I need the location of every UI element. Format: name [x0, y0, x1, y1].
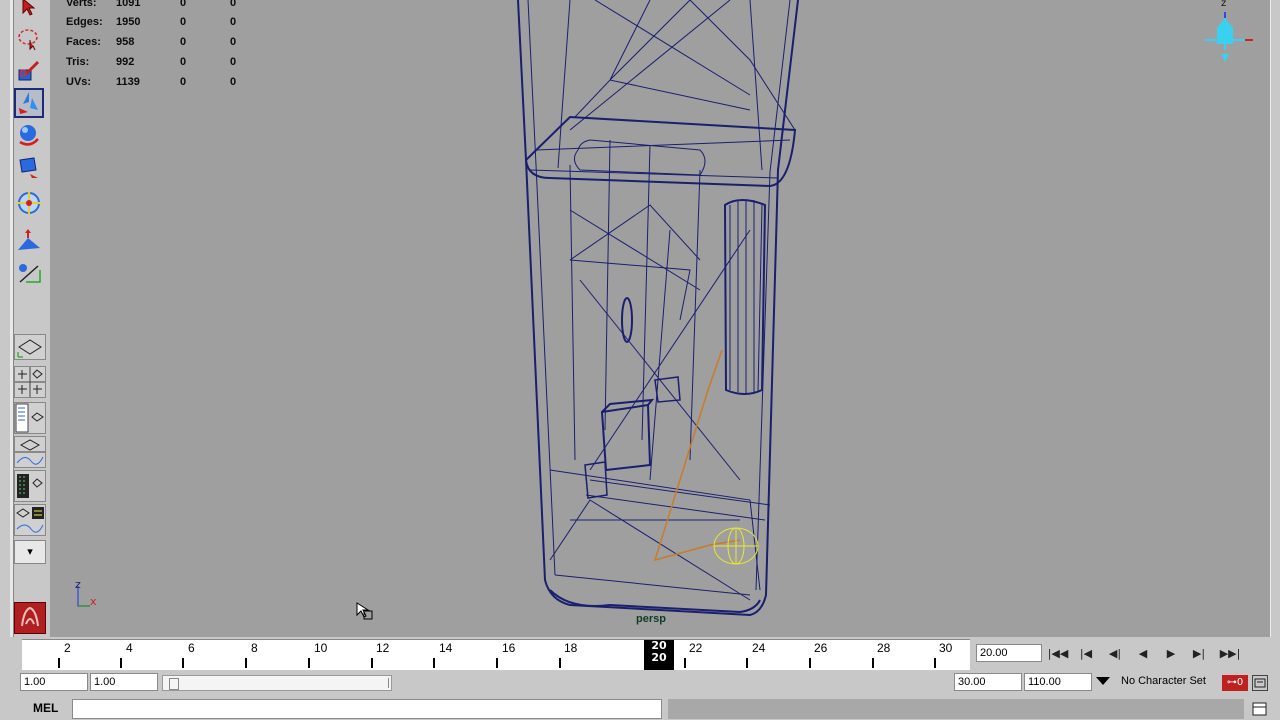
tick-mark [308, 658, 310, 668]
time-ruler[interactable]: 2 4 6 8 10 12 14 16 18 22 24 26 28 30 20… [22, 639, 970, 670]
camera-label: persp [636, 613, 666, 625]
hypershade-layout-icon[interactable] [14, 470, 46, 502]
tick-label: 24 [752, 641, 766, 655]
range-slider-start-handle[interactable] [169, 678, 179, 690]
select-tool-icon[interactable] [14, 0, 44, 22]
persp-graph-outliner-layout-icon[interactable] [14, 504, 46, 536]
tick-mark [872, 658, 874, 668]
tick-label: 26 [814, 641, 828, 655]
tick-label: 28 [877, 641, 891, 655]
current-time-field[interactable]: 20.00 [976, 644, 1042, 662]
tick-mark [934, 658, 936, 668]
universal-manipulator-icon[interactable] [14, 188, 44, 218]
tick-mark [371, 658, 373, 668]
move-tool-icon[interactable] [14, 88, 44, 118]
tick-mark [245, 658, 247, 668]
wireframe-model[interactable] [50, 0, 1270, 637]
tick-label: 16 [502, 641, 516, 655]
tick-mark [746, 658, 748, 668]
four-view-layout-icon[interactable] [14, 366, 46, 398]
step-back-frame-icon[interactable]: ◀| [1104, 645, 1126, 663]
maya-logo-icon [14, 602, 46, 634]
playback-end-field[interactable]: 30.00 [954, 673, 1022, 691]
show-manipulator-icon[interactable] [14, 258, 44, 288]
range-slider-bar: 1.00 1.00 30.00 110.00 No Character Set … [0, 671, 1280, 695]
chevron-down-icon[interactable] [1096, 677, 1110, 685]
tick-mark [559, 658, 561, 668]
tick-mark [809, 658, 811, 668]
viewport-persp[interactable]: Verts: 1091 0 0 Edges: 1950 0 0 Faces: 9… [50, 0, 1270, 637]
paint-select-icon[interactable] [14, 56, 44, 86]
tick-label: 10 [314, 641, 328, 655]
origin-axis-z-label: z [75, 578, 81, 591]
tick-mark [58, 658, 60, 668]
playback-start-field[interactable]: 1.00 [90, 673, 158, 691]
tick-label: 22 [689, 641, 703, 655]
tick-mark [182, 658, 184, 668]
tick-label: 4 [126, 641, 133, 655]
command-input[interactable] [72, 699, 662, 719]
lasso-tool-icon[interactable] [14, 24, 44, 54]
layout-menu-arrow[interactable]: ▾ [14, 540, 46, 564]
auto-key-icon[interactable]: ⊶0 [1222, 675, 1248, 691]
origin-axis-x-label: x [90, 595, 97, 608]
persp-graph-layout-icon[interactable] [14, 436, 46, 468]
goto-start-icon[interactable]: |◀◀ [1047, 645, 1069, 663]
current-frame-value: 20 [651, 651, 667, 664]
step-back-key-icon[interactable]: |◀ [1075, 645, 1097, 663]
tick-label: 30 [939, 641, 953, 655]
tick-label: 6 [188, 641, 195, 655]
current-frame-marker[interactable]: 20 20 [644, 640, 674, 670]
tick-mark [496, 658, 498, 668]
animation-prefs-icon[interactable] [1252, 675, 1268, 691]
view-axis-widget[interactable] [1195, 0, 1255, 70]
tick-mark [120, 658, 122, 668]
animation-end-field[interactable]: 110.00 [1024, 673, 1092, 691]
character-set-menu[interactable]: No Character Set [1118, 673, 1218, 691]
range-slider[interactable] [162, 675, 392, 691]
tick-label: 18 [564, 641, 578, 655]
play-backward-icon[interactable]: ◀ [1132, 645, 1154, 663]
range-slider-end-handle[interactable] [384, 678, 389, 688]
viewport-right-border [1270, 0, 1280, 637]
toolbox: ▾ [0, 0, 50, 640]
command-language-label[interactable]: MEL [33, 701, 58, 715]
step-forward-frame-icon[interactable]: ▶| [1188, 645, 1210, 663]
command-line: MEL [0, 697, 1280, 720]
soft-modification-icon[interactable] [14, 226, 44, 256]
mouse-cursor-icon [356, 602, 373, 620]
tick-label: 2 [64, 641, 71, 655]
command-result-field [668, 699, 1244, 719]
tick-mark [684, 658, 686, 668]
tick-label: 12 [376, 641, 390, 655]
animation-start-field[interactable]: 1.00 [20, 673, 88, 691]
tick-label: 8 [251, 641, 258, 655]
outliner-persp-layout-icon[interactable] [14, 402, 46, 434]
goto-end-icon[interactable]: ▶▶| [1216, 645, 1244, 663]
tick-label: 14 [439, 641, 453, 655]
view-axis-z-label: z [1221, 0, 1227, 9]
play-forward-icon[interactable]: ▶ [1160, 645, 1182, 663]
rotate-tool-icon[interactable] [14, 120, 44, 150]
tick-mark [433, 658, 435, 668]
scale-tool-icon[interactable] [14, 152, 44, 182]
script-editor-icon[interactable] [1252, 701, 1268, 717]
single-perspective-layout-icon[interactable] [14, 334, 46, 360]
